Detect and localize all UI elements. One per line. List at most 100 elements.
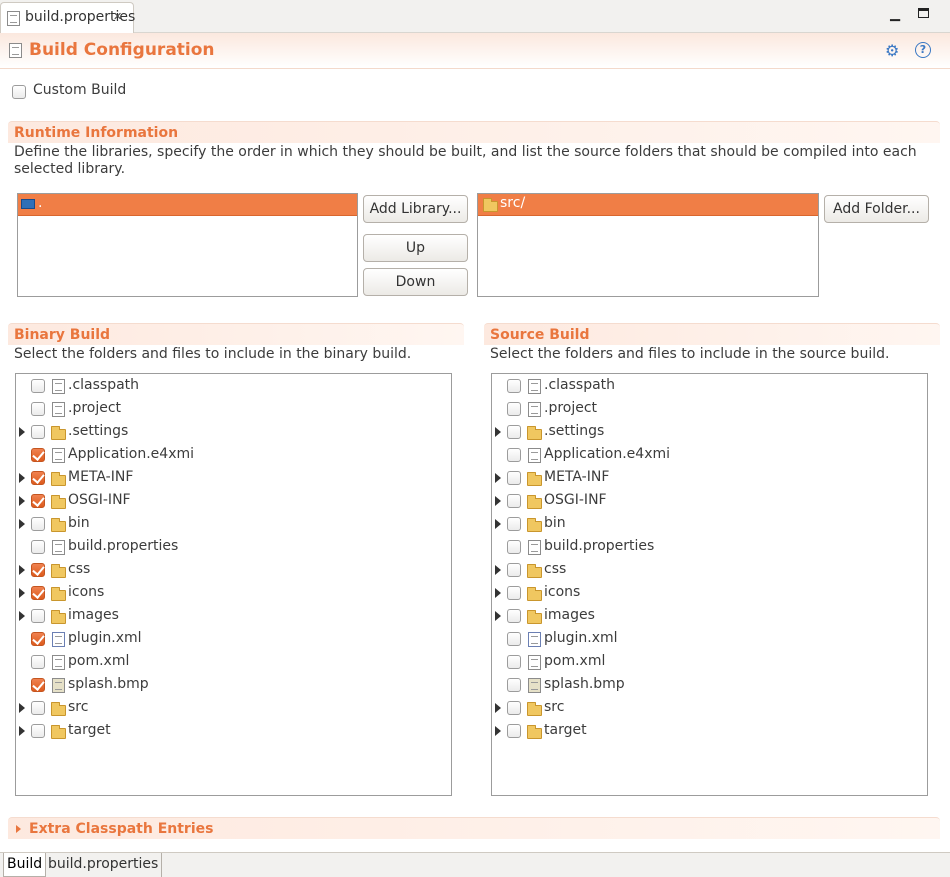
tree-row[interactable]: target (492, 720, 927, 743)
tree-row-checkbox[interactable] (31, 379, 45, 393)
tree-row[interactable]: images (16, 605, 451, 628)
tree-row[interactable]: pom.xml (492, 651, 927, 674)
tree-row[interactable]: splash.bmp (492, 674, 927, 697)
tree-row-checkbox[interactable] (507, 402, 521, 416)
source-build-tree[interactable]: .classpath .project .settings Application.e… (491, 373, 928, 796)
tab-build[interactable]: Build (3, 853, 47, 877)
expand-arrow-icon[interactable] (16, 825, 21, 833)
tree-row-checkbox[interactable] (31, 632, 45, 646)
maximize-icon[interactable] (918, 8, 929, 18)
expand-arrow-icon[interactable] (19, 473, 25, 483)
tree-row[interactable]: Application.e4xmi (16, 444, 451, 467)
tree-row[interactable]: css (492, 559, 927, 582)
tree-row[interactable]: .classpath (16, 375, 451, 398)
tree-row[interactable]: build.properties (16, 536, 451, 559)
expand-arrow-icon[interactable] (495, 726, 501, 736)
tree-row[interactable]: bin (492, 513, 927, 536)
tree-row-checkbox[interactable] (31, 448, 45, 462)
expand-arrow-icon[interactable] (19, 496, 25, 506)
run-icon[interactable]: ⚙ (885, 41, 899, 60)
expand-arrow-icon[interactable] (495, 519, 501, 529)
tree-row-checkbox[interactable] (31, 701, 45, 715)
add-folder-button[interactable]: Add Folder... (824, 195, 929, 223)
tree-row-checkbox[interactable] (31, 586, 45, 600)
extra-classpath-header[interactable]: Extra Classpath Entries (8, 817, 940, 839)
tree-row[interactable]: bin (16, 513, 451, 536)
expand-arrow-icon[interactable] (19, 703, 25, 713)
tree-row[interactable]: .project (492, 398, 927, 421)
tree-row-checkbox[interactable] (507, 425, 521, 439)
add-library-button[interactable]: Add Library... (363, 195, 468, 223)
tree-row[interactable]: pom.xml (16, 651, 451, 674)
tree-row[interactable]: .settings (492, 421, 927, 444)
tree-row[interactable]: src (492, 697, 927, 720)
tree-row-checkbox[interactable] (31, 724, 45, 738)
tree-row[interactable]: icons (492, 582, 927, 605)
tree-row-checkbox[interactable] (507, 540, 521, 554)
tree-row[interactable]: plugin.xml (492, 628, 927, 651)
tree-row[interactable]: META-INF (492, 467, 927, 490)
tree-row[interactable]: target (16, 720, 451, 743)
tree-row-checkbox[interactable] (507, 517, 521, 531)
tree-row-checkbox[interactable] (507, 563, 521, 577)
tree-row[interactable]: images (492, 605, 927, 628)
tree-row[interactable]: splash.bmp (16, 674, 451, 697)
tree-row-checkbox[interactable] (31, 402, 45, 416)
expand-arrow-icon[interactable] (495, 496, 501, 506)
tab-build-properties[interactable]: build.properties (45, 853, 163, 877)
tree-row-checkbox[interactable] (31, 540, 45, 554)
tree-row[interactable]: OSGI-INF (16, 490, 451, 513)
tree-row-checkbox[interactable] (507, 586, 521, 600)
tree-row-checkbox[interactable] (507, 655, 521, 669)
tree-row[interactable]: META-INF (16, 467, 451, 490)
tree-row-checkbox[interactable] (507, 609, 521, 623)
expand-arrow-icon[interactable] (19, 726, 25, 736)
tree-row[interactable]: Application.e4xmi (492, 444, 927, 467)
tree-row-checkbox[interactable] (31, 678, 45, 692)
tree-row-checkbox[interactable] (31, 517, 45, 531)
expand-arrow-icon[interactable] (19, 519, 25, 529)
down-button[interactable]: Down (363, 268, 468, 296)
expand-arrow-icon[interactable] (495, 427, 501, 437)
expand-arrow-icon[interactable] (19, 565, 25, 575)
tree-row[interactable]: OSGI-INF (492, 490, 927, 513)
tree-row-checkbox[interactable] (31, 655, 45, 669)
tree-row-checkbox[interactable] (31, 425, 45, 439)
tree-row[interactable]: .settings (16, 421, 451, 444)
tree-row-checkbox[interactable] (507, 494, 521, 508)
expand-arrow-icon[interactable] (495, 611, 501, 621)
minimize-icon[interactable]: ▁ (890, 7, 900, 22)
tree-row[interactable]: build.properties (492, 536, 927, 559)
tree-row-checkbox[interactable] (31, 609, 45, 623)
binary-build-tree[interactable]: .classpath .project .settings Application.e… (15, 373, 452, 796)
tree-row[interactable]: .classpath (492, 375, 927, 398)
tree-row-checkbox[interactable] (507, 724, 521, 738)
help-icon[interactable]: ? (915, 42, 931, 58)
custom-build-checkbox[interactable] (12, 85, 26, 99)
expand-arrow-icon[interactable] (19, 427, 25, 437)
expand-arrow-icon[interactable] (19, 588, 25, 598)
tree-row[interactable]: icons (16, 582, 451, 605)
expand-arrow-icon[interactable] (495, 565, 501, 575)
source-folder-list[interactable]: src/ (477, 193, 819, 297)
tree-row-checkbox[interactable] (31, 563, 45, 577)
tree-row[interactable]: .project (16, 398, 451, 421)
up-button[interactable]: Up (363, 234, 468, 262)
close-icon[interactable]: ✕ (113, 10, 122, 23)
editor-tab-build-properties[interactable]: build.properties ✕ (0, 2, 135, 33)
expand-arrow-icon[interactable] (495, 473, 501, 483)
tree-row[interactable]: src (16, 697, 451, 720)
tree-row-checkbox[interactable] (507, 448, 521, 462)
tree-row-checkbox[interactable] (507, 471, 521, 485)
tree-row-checkbox[interactable] (507, 632, 521, 646)
source-folder-item[interactable]: src/ (478, 194, 818, 216)
library-list[interactable]: . (17, 193, 358, 297)
tree-row-checkbox[interactable] (507, 701, 521, 715)
library-list-item[interactable]: . (18, 194, 357, 216)
tree-row-checkbox[interactable] (31, 471, 45, 485)
tree-row-checkbox[interactable] (31, 494, 45, 508)
tree-row[interactable]: css (16, 559, 451, 582)
tree-row-checkbox[interactable] (507, 379, 521, 393)
expand-arrow-icon[interactable] (495, 703, 501, 713)
expand-arrow-icon[interactable] (19, 611, 25, 621)
